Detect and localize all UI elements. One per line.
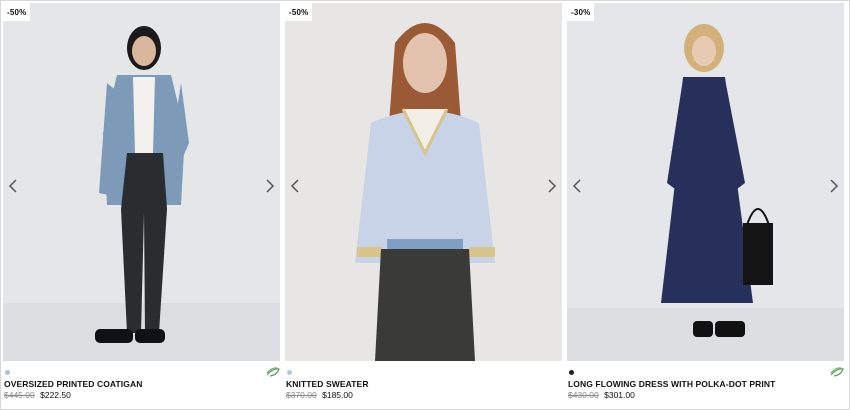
product-info: LONG FLOWING DRESS WITH POLKA-DOT PRINT …	[567, 361, 844, 407]
price-row: $370.00 $185.00	[286, 390, 353, 400]
product-card[interactable]: -30% LONG FLOWING DRESS WITH POLKA-DOT P…	[567, 3, 844, 407]
leaf-icon	[266, 367, 280, 377]
product-name[interactable]: KNITTED SWEATER	[286, 379, 369, 389]
chevron-right-icon[interactable]	[828, 178, 840, 194]
sale-price: $301.00	[604, 390, 635, 400]
sale-price: $185.00	[322, 390, 353, 400]
product-name[interactable]: LONG FLOWING DRESS WITH POLKA-DOT PRINT	[568, 379, 775, 389]
price-row: $430.00 $301.00	[568, 390, 635, 400]
discount-badge: -50%	[3, 3, 31, 21]
discount-badge: -30%	[567, 3, 595, 21]
color-swatch[interactable]	[569, 370, 574, 375]
chevron-left-icon[interactable]	[571, 178, 583, 194]
chevron-left-icon[interactable]	[7, 178, 19, 194]
leaf-icon	[830, 367, 844, 377]
product-info: OVERSIZED PRINTED COATIGAN $445.00 $222.…	[3, 361, 280, 407]
model-photo-sweater	[285, 3, 562, 361]
model-photo-coatigan	[3, 3, 280, 361]
discount-badge: -50%	[285, 3, 313, 21]
model-photo-dress	[567, 3, 844, 361]
product-image[interactable]: -50%	[285, 3, 562, 361]
original-price: $430.00	[568, 390, 599, 400]
chevron-left-icon[interactable]	[289, 178, 301, 194]
product-info: KNITTED SWEATER $370.00 $185.00	[285, 361, 562, 407]
color-swatch[interactable]	[5, 370, 10, 375]
product-card[interactable]: -50% KNITTED SWEATER $370.00 $185.00	[285, 3, 562, 407]
original-price: $370.00	[286, 390, 317, 400]
product-card[interactable]: -50% OVERSIZED PRINTED COATIGAN $445.00 …	[3, 3, 280, 407]
product-image[interactable]: -30%	[567, 3, 844, 361]
sale-price: $222.50	[40, 390, 71, 400]
original-price: $445.00	[4, 390, 35, 400]
product-name[interactable]: OVERSIZED PRINTED COATIGAN	[4, 379, 142, 389]
chevron-right-icon[interactable]	[264, 178, 276, 194]
chevron-right-icon[interactable]	[546, 178, 558, 194]
price-row: $445.00 $222.50	[4, 390, 71, 400]
product-image[interactable]: -50%	[3, 3, 280, 361]
color-swatch[interactable]	[287, 370, 292, 375]
